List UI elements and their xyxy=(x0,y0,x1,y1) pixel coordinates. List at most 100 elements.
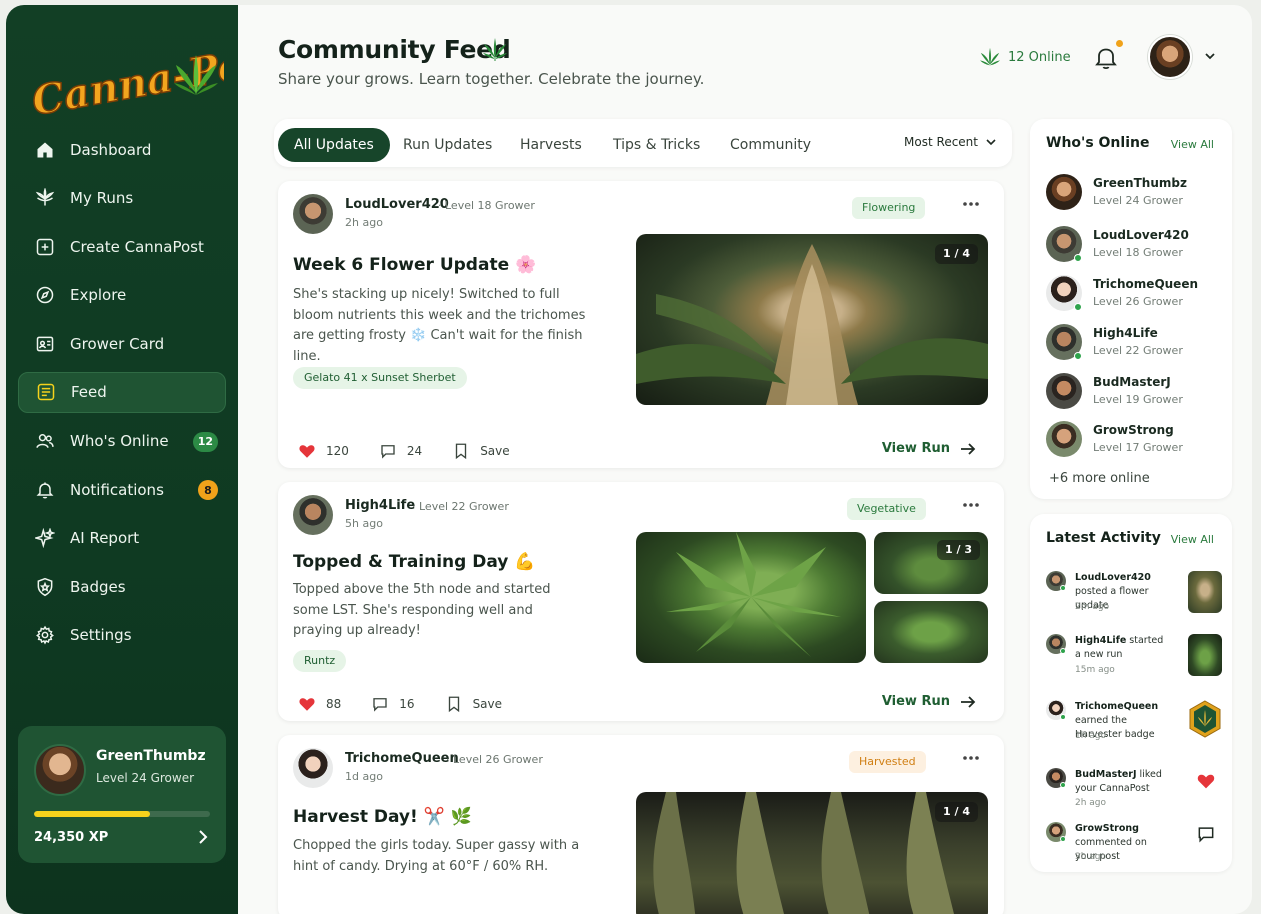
online-user-row[interactable]: TrichomeQueen Level 26 Grower xyxy=(1046,275,1226,315)
feed-tabs: All Updates Run Updates Harvests Tips & … xyxy=(274,119,1012,167)
sidebar-item-ai-report[interactable]: AI Report xyxy=(18,518,226,559)
heart-icon xyxy=(299,445,315,458)
leaf-icon xyxy=(34,187,56,209)
post-username[interactable]: High4Life xyxy=(345,498,415,513)
post-image[interactable]: 1 / 4 xyxy=(636,234,988,405)
view-run-link[interactable]: View Run xyxy=(882,441,976,456)
online-status-dot xyxy=(1060,714,1066,720)
online-user-level: Level 18 Grower xyxy=(1093,246,1183,259)
sidebar-item-label: Settings xyxy=(70,626,132,645)
comment-icon xyxy=(381,445,395,459)
save-button[interactable]: Save xyxy=(445,695,502,713)
chevron-right-icon[interactable] xyxy=(196,828,210,846)
sort-dropdown[interactable]: Most Recent xyxy=(904,135,996,149)
more-options-icon[interactable] xyxy=(962,502,980,508)
post-image[interactable]: 1 / 4 xyxy=(636,792,988,914)
user-avatar[interactable] xyxy=(1148,35,1192,79)
sidebar-item-badges[interactable]: Badges xyxy=(18,566,226,607)
activity-item[interactable]: TrichomeQueen earned the Harvester badge… xyxy=(1046,700,1226,748)
activity-time: 15m ago xyxy=(1075,665,1115,675)
strain-tag[interactable]: Gelato 41 x Sunset Sherbet xyxy=(293,367,467,389)
strain-tag[interactable]: Runtz xyxy=(293,650,347,672)
profile-name: GreenThumbz xyxy=(96,748,206,764)
avatar[interactable] xyxy=(293,194,333,234)
sidebar-item-explore[interactable]: Explore xyxy=(18,275,226,316)
online-user-row[interactable]: BudMasterJ Level 19 Grower xyxy=(1046,373,1226,413)
tab-tips-tricks[interactable]: Tips & Tricks xyxy=(597,128,716,162)
sidebar-item-dashboard[interactable]: Dashboard xyxy=(18,129,226,170)
page-subtitle: Share your grows. Learn together. Celebr… xyxy=(278,70,705,88)
post-title: Week 6 Flower Update 🌸 xyxy=(293,255,537,275)
comment-button[interactable]: 16 xyxy=(371,695,415,713)
sidebar-item-create-cannapost[interactable]: Create CannaPost xyxy=(18,226,226,267)
online-user-row[interactable]: GreenThumbz Level 24 Grower xyxy=(1046,174,1226,214)
activity-item[interactable]: High4Life started a new run 15m ago xyxy=(1046,634,1226,682)
online-user-level: Level 26 Grower xyxy=(1093,295,1183,308)
bell-icon[interactable] xyxy=(1094,45,1118,71)
online-user-level: Level 17 Grower xyxy=(1093,441,1183,454)
online-user-row[interactable]: High4Life Level 22 Grower xyxy=(1046,324,1226,364)
like-button[interactable]: 120 xyxy=(298,442,349,460)
post-image-thumb[interactable] xyxy=(874,601,988,663)
status-badge: Flowering xyxy=(852,197,926,219)
online-count-badge: 12 xyxy=(192,431,218,452)
sidebar-item-settings[interactable]: Settings xyxy=(18,615,226,656)
sidebar-item-grower-card[interactable]: Grower Card xyxy=(18,323,226,364)
activity-item[interactable]: LoudLover420 posted a flower update 2m a… xyxy=(1046,571,1226,619)
more-online-link[interactable]: +6 more online xyxy=(1049,471,1150,486)
avatar[interactable] xyxy=(293,495,333,535)
avatar xyxy=(1046,421,1082,457)
tab-run-updates[interactable]: Run Updates xyxy=(387,128,508,162)
sidebar-item-feed[interactable]: Feed xyxy=(18,371,226,413)
sidebar-item-whos-online[interactable]: Who's Online 12 xyxy=(18,421,226,462)
online-user-name: High4Life xyxy=(1093,326,1158,340)
online-indicator[interactable]: 12 Online xyxy=(980,47,1071,67)
activity-text: High4Life started a new run xyxy=(1075,634,1167,662)
sidebar-item-label: AI Report xyxy=(70,529,140,548)
activity-text: BudMasterJ liked your CannaPost xyxy=(1075,768,1167,796)
post-image[interactable] xyxy=(636,532,866,663)
chevron-down-icon[interactable] xyxy=(1204,51,1216,61)
cannapost-logo[interactable]: Canna-Post xyxy=(24,29,224,119)
more-options-icon[interactable] xyxy=(962,755,980,761)
xp-value: 24,350 XP xyxy=(34,830,109,845)
cannabis-leaf-icon xyxy=(980,47,1000,66)
avatar[interactable] xyxy=(293,748,333,788)
post-username[interactable]: LoudLover420 xyxy=(345,197,449,212)
chevron-down-icon xyxy=(986,139,996,146)
profile-card[interactable]: GreenThumbz Level 24 Grower 24,350 XP xyxy=(18,726,226,863)
users-icon xyxy=(34,430,56,452)
avatar xyxy=(1046,174,1082,210)
online-user-row[interactable]: GrowStrong Level 17 Grower xyxy=(1046,421,1226,461)
view-all-link[interactable]: View All xyxy=(1171,138,1214,151)
comment-count: 24 xyxy=(406,444,423,458)
sidebar: Canna-Post Dashboard My Runs Create Cann… xyxy=(6,5,238,914)
sidebar-item-label: Who's Online xyxy=(70,432,169,451)
online-user-name: LoudLover420 xyxy=(1093,228,1189,242)
online-user-row[interactable]: LoudLover420 Level 18 Grower xyxy=(1046,226,1226,266)
sidebar-item-notifications[interactable]: Notifications 8 xyxy=(18,469,226,510)
tab-community[interactable]: Community xyxy=(714,128,827,162)
view-all-link[interactable]: View All xyxy=(1171,533,1214,546)
post-time: 5h ago xyxy=(345,517,383,530)
save-button[interactable]: Save xyxy=(452,442,510,460)
sidebar-item-label: My Runs xyxy=(70,189,134,208)
activity-user: BudMasterJ xyxy=(1075,769,1137,780)
sidebar-item-my-runs[interactable]: My Runs xyxy=(18,178,226,219)
comment-count: 16 xyxy=(399,697,415,711)
activity-item[interactable]: BudMasterJ liked your CannaPost 2h ago xyxy=(1046,768,1226,810)
view-run-label: View Run xyxy=(881,694,950,709)
like-button[interactable]: 88 xyxy=(298,695,341,713)
tab-harvests[interactable]: Harvests xyxy=(504,128,598,162)
bell-icon xyxy=(34,479,56,501)
activity-item[interactable]: GrowStrong commented on your post 3h ago xyxy=(1046,822,1226,864)
status-badge: Harvested xyxy=(849,751,926,773)
tab-all-updates[interactable]: All Updates xyxy=(278,128,390,162)
activity-user: TrichomeQueen xyxy=(1075,701,1159,712)
more-options-icon[interactable] xyxy=(962,201,980,207)
comment-button[interactable]: 24 xyxy=(379,442,422,460)
view-run-link[interactable]: View Run xyxy=(882,694,976,709)
post-username[interactable]: TrichomeQueen xyxy=(345,751,459,766)
xp-progress-fill xyxy=(34,811,151,817)
post-image-thumb[interactable]: 1 / 3 xyxy=(874,532,988,594)
